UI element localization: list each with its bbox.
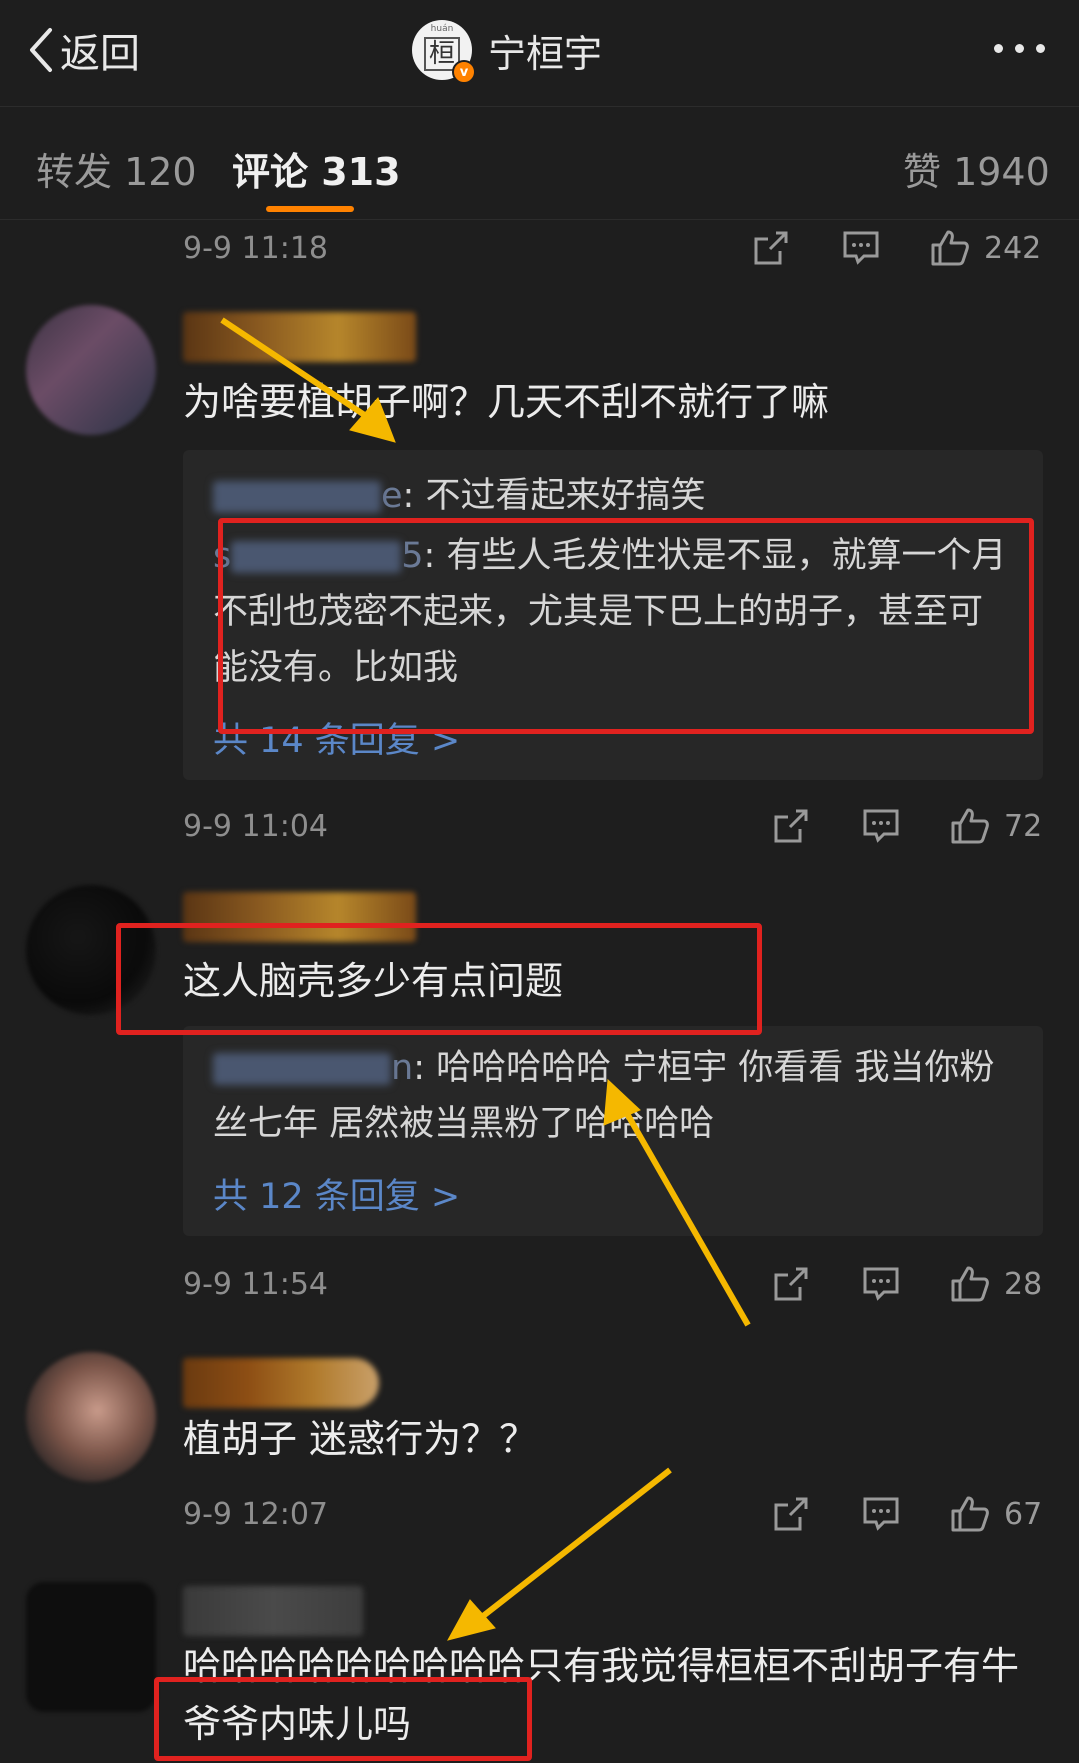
page-title: 宁桓宇 xyxy=(488,31,603,76)
commenter-name[interactable] xyxy=(183,312,416,362)
top-bar: 返回 huán 桓 v 宁桓宇 xyxy=(0,0,1079,107)
like-icon[interactable] xyxy=(950,1265,990,1303)
annotation-arrow-head xyxy=(447,1599,496,1641)
avatar-pinyin: huán xyxy=(430,24,454,34)
comment-meta: 9-9 11:18 242 xyxy=(0,225,1079,275)
reply-author[interactable] xyxy=(213,1053,391,1085)
comment-time: 9-9 11:54 xyxy=(183,1267,328,1302)
tab-comments[interactable]: 评论 313 xyxy=(232,141,401,196)
reply-author-suffix: n xyxy=(391,1048,414,1088)
annotation-box xyxy=(218,518,1034,734)
annotation-box xyxy=(116,923,762,1035)
back-label: 返回 xyxy=(60,31,140,77)
comment-meta: 9-9 11:54 28 xyxy=(0,1261,1079,1311)
avatar[interactable] xyxy=(26,1352,156,1482)
like-icon[interactable] xyxy=(950,807,990,845)
comment-time: 9-9 11:04 xyxy=(183,809,328,844)
like-count: 67 xyxy=(1004,1497,1043,1532)
reply-author-suffix: e xyxy=(381,476,403,516)
comment-time: 9-9 12:07 xyxy=(183,1497,328,1532)
active-tab-indicator xyxy=(266,206,354,212)
comment-time: 9-9 11:18 xyxy=(183,231,328,266)
like-count: 28 xyxy=(1004,1267,1043,1302)
like-count: 72 xyxy=(1004,809,1043,844)
reply-icon[interactable] xyxy=(862,1495,900,1533)
reply-text: : 不过看起来好搞笑 xyxy=(402,476,706,516)
reply-icon[interactable] xyxy=(862,807,900,845)
more-menu-icon[interactable] xyxy=(994,44,1045,53)
tab-likes[interactable]: 赞 1940 xyxy=(903,141,1050,196)
share-icon[interactable] xyxy=(772,1495,810,1533)
tab-bar: 转发 120 评论 313 赞 1940 xyxy=(0,107,1079,220)
tab-reposts[interactable]: 转发 120 xyxy=(36,141,197,196)
share-icon[interactable] xyxy=(772,1265,810,1303)
comment-text: 为啥要植胡子啊？几天不刮不就行了嘛 xyxy=(183,380,830,424)
comment-meta: 9-9 11:04 72 xyxy=(0,803,1079,853)
annotation-box xyxy=(154,1677,532,1761)
share-icon[interactable] xyxy=(772,807,810,845)
commenter-name[interactable] xyxy=(183,1358,379,1408)
chevron-left-icon xyxy=(30,28,52,72)
reply-item: n: 哈哈哈哈哈 宁桓宇 你看看 我当你粉丝七年 居然被当黑粉了哈哈哈哈 xyxy=(213,1040,1013,1152)
avatar[interactable]: huán 桓 v xyxy=(412,20,476,84)
avatar[interactable] xyxy=(26,305,156,435)
commenter-name[interactable] xyxy=(183,1586,363,1636)
like-icon[interactable] xyxy=(930,229,970,267)
reply-icon[interactable] xyxy=(862,1265,900,1303)
like-count: 242 xyxy=(984,231,1042,266)
back-button[interactable]: 返回 xyxy=(28,22,140,78)
comment-text: 植胡子 迷惑行为？？ xyxy=(183,1417,538,1461)
reply-item: e: 不过看起来好搞笑 xyxy=(213,468,1013,524)
view-replies-link[interactable]: 共 12 条回复 > xyxy=(213,1168,460,1219)
verified-badge: v xyxy=(452,60,476,84)
share-icon[interactable] xyxy=(752,229,790,267)
avatar[interactable] xyxy=(26,1582,156,1712)
profile-header[interactable]: huán 桓 v 宁桓宇 xyxy=(412,18,603,84)
reply-preview-box[interactable]: n: 哈哈哈哈哈 宁桓宇 你看看 我当你粉丝七年 居然被当黑粉了哈哈哈哈 共 1… xyxy=(183,1026,1043,1236)
like-icon[interactable] xyxy=(950,1495,990,1533)
comment-meta: 9-9 12:07 67 xyxy=(0,1491,1079,1541)
reply-icon[interactable] xyxy=(842,229,880,267)
reply-author[interactable] xyxy=(213,481,381,513)
